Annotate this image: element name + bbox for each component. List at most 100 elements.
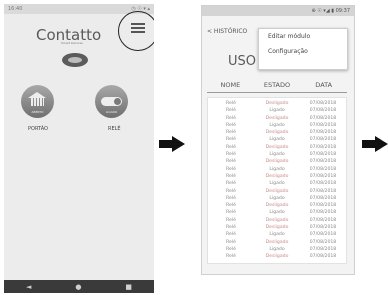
name-cell: Relé: [226, 210, 236, 216]
name-cell: Relé: [226, 166, 236, 172]
section-title: USO: [228, 54, 256, 69]
table-row: Relé Desligado 07/08/2018: [208, 239, 346, 246]
table-row: Relé Desligado 07/08/2018: [208, 115, 346, 122]
table-row: Relé Ligado 07/08/2018: [208, 246, 346, 253]
name-cell: Relé: [226, 101, 236, 106]
state-cell: Desligado: [265, 130, 289, 136]
date-cell: 07/08/2018: [309, 203, 337, 209]
table-row: Relé Ligado 07/08/2018: [208, 166, 346, 173]
date-cell: 07/08/2018: [309, 232, 337, 238]
name-cell: Relé: [226, 203, 236, 209]
table-row: Relé Ligado 07/08/2018: [208, 180, 346, 187]
arrow-right-icon: [362, 136, 388, 152]
brand-emblem-icon: [62, 53, 88, 67]
gate-state-tag: ABERTO: [31, 110, 44, 114]
table-row: Relé Desligado 07/08/2018: [208, 158, 346, 165]
state-cell: Desligado: [265, 217, 289, 223]
name-cell: Relé: [226, 195, 236, 201]
state-cell: Ligado: [269, 232, 285, 238]
table-row: Relé Desligado 07/08/2018: [208, 253, 346, 260]
table-header: NOME ESTADO DATA: [207, 81, 347, 93]
state-cell: Desligado: [265, 144, 289, 150]
date-cell: 07/08/2018: [309, 101, 337, 106]
gate-device-button[interactable]: ABERTO: [21, 85, 54, 118]
table-row: Relé Desligado 07/08/2018: [208, 202, 346, 209]
name-cell: Relé: [226, 173, 236, 179]
state-cell: Desligado: [265, 225, 289, 231]
date-cell: 07/08/2018: [309, 225, 337, 231]
table-row: Relé Desligado 07/08/2018: [208, 224, 346, 231]
relay-device-button[interactable]: LIGADO: [95, 85, 128, 118]
date-cell: 07/08/2018: [309, 173, 337, 179]
table-row: Relé Ligado 07/08/2018: [208, 195, 346, 202]
menu-item-edit-module[interactable]: Editar módulo: [259, 29, 347, 44]
table-row: Relé Desligado 07/08/2018: [208, 188, 346, 195]
state-cell: Desligado: [265, 203, 289, 209]
home-nav-button[interactable]: ●: [75, 283, 81, 291]
state-cell: Desligado: [265, 173, 289, 179]
state-cell: Desligado: [265, 188, 289, 194]
state-cell: Ligado: [269, 181, 285, 187]
date-cell: 07/08/2018: [309, 108, 337, 114]
name-cell: Relé: [226, 217, 236, 223]
gate-label: PORTÃO: [28, 126, 48, 132]
table-row: Relé Ligado 07/08/2018: [208, 122, 346, 129]
state-cell: Desligado: [265, 115, 289, 121]
history-table: NOME ESTADO DATA Relé Desligado 07/08/2018…: [207, 81, 347, 264]
state-cell: Ligado: [269, 246, 285, 252]
table-row: Relé Ligado 07/08/2018: [208, 151, 346, 158]
state-cell: Ligado: [269, 195, 285, 201]
state-cell: Ligado: [269, 152, 285, 158]
table-body: Relé Desligado 07/08/2018 Relé Ligado 07/08/2…: [207, 97, 347, 264]
status-time: 16:40: [8, 6, 23, 12]
date-cell: 07/08/2018: [309, 130, 337, 136]
menu-item-settings[interactable]: Configuração: [259, 44, 347, 59]
name-cell: Relé: [226, 108, 236, 114]
date-cell: 07/08/2018: [309, 159, 337, 165]
column-header-name: NOME: [220, 81, 241, 89]
name-cell: Relé: [226, 181, 236, 187]
back-nav-button[interactable]: ◄: [26, 283, 31, 291]
name-cell: Relé: [226, 239, 236, 245]
overflow-menu: Editar módulo Configuração: [258, 28, 348, 70]
date-cell: 07/08/2018: [309, 254, 337, 260]
table-row: Relé Ligado 07/08/2018: [208, 231, 346, 238]
table-row: Relé Ligado 07/08/2018: [208, 209, 346, 216]
name-cell: Relé: [226, 232, 236, 238]
date-cell: 07/08/2018: [309, 195, 337, 201]
state-cell: Ligado: [269, 210, 285, 216]
name-cell: Relé: [226, 122, 236, 128]
back-button[interactable]: < HISTÓRICO: [207, 28, 247, 35]
date-cell: 07/08/2018: [309, 166, 337, 172]
nav-bar: ◄ ● ■: [4, 280, 154, 293]
home-screen: 16:40 ◷ ☉ ▾ ▴ Contatto Smart Devices ABE…: [4, 4, 154, 293]
date-cell: 07/08/2018: [309, 210, 337, 216]
table-row: Relé Desligado 07/08/2018: [208, 100, 346, 107]
column-header-state: ESTADO: [263, 81, 291, 89]
date-cell: 07/08/2018: [309, 115, 337, 121]
name-cell: Relé: [226, 225, 236, 231]
table-row: Relé Desligado 07/08/2018: [208, 129, 346, 136]
table-row: Relé Desligado 07/08/2018: [208, 173, 346, 180]
name-cell: Relé: [226, 159, 236, 165]
date-cell: 07/08/2018: [309, 217, 337, 223]
name-cell: Relé: [226, 115, 236, 121]
state-cell: Desligado: [265, 239, 289, 245]
date-cell: 07/08/2018: [309, 137, 337, 143]
date-cell: 07/08/2018: [309, 152, 337, 158]
hamburger-menu-icon[interactable]: [131, 21, 145, 35]
name-cell: Relé: [226, 137, 236, 143]
state-cell: Ligado: [269, 122, 285, 128]
state-cell: Ligado: [269, 108, 285, 114]
name-cell: Relé: [226, 152, 236, 158]
date-cell: 07/08/2018: [309, 144, 337, 150]
table-row: Relé Ligado 07/08/2018: [208, 107, 346, 114]
arrow-right-icon: [159, 136, 185, 152]
date-cell: 07/08/2018: [309, 181, 337, 187]
date-cell: 07/08/2018: [309, 246, 337, 252]
garage-icon: [28, 92, 47, 107]
column-header-date: DATA: [315, 81, 333, 89]
recents-nav-button[interactable]: ■: [125, 283, 132, 291]
table-row: Relé Desligado 07/08/2018: [208, 144, 346, 151]
relay-state-tag: LIGADO: [105, 110, 118, 114]
